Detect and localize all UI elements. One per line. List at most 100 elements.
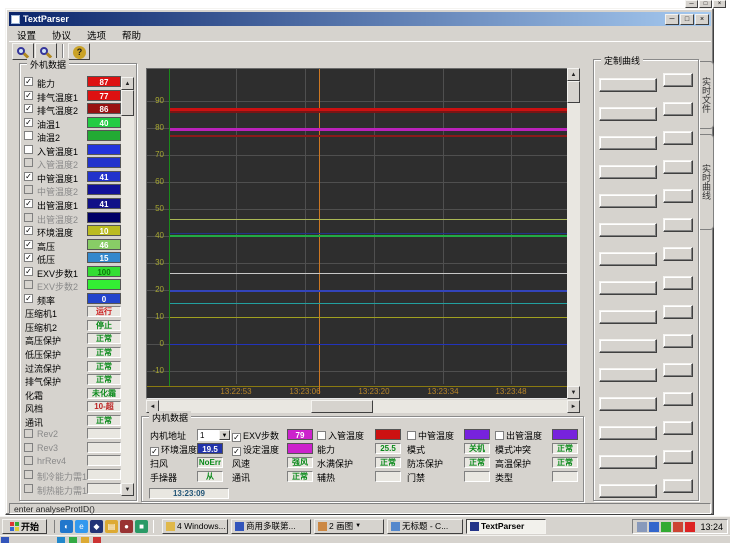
curve-small-button[interactable] [663, 363, 693, 377]
curve-small-button[interactable] [663, 479, 693, 493]
scroll-right-icon[interactable]: ► [567, 400, 580, 413]
checkbox[interactable] [24, 145, 33, 154]
curve-button[interactable] [599, 165, 657, 179]
checkbox[interactable] [24, 131, 33, 140]
curve-small-button[interactable] [663, 247, 693, 261]
host-restore-button[interactable]: □ [699, 0, 712, 8]
curve-small-button[interactable] [663, 450, 693, 464]
task-button[interactable]: 无标题 - C... [387, 519, 463, 534]
checkbox[interactable]: ✓ [24, 199, 33, 208]
quick-launch-3-icon[interactable]: ◆ [90, 520, 103, 533]
checkbox[interactable] [24, 484, 33, 493]
curve-button[interactable] [599, 397, 657, 411]
curve-button[interactable] [599, 484, 657, 498]
curve-button[interactable] [599, 223, 657, 237]
checkbox[interactable]: ✓ [24, 226, 33, 235]
quick-launch-6-icon[interactable]: ■ [135, 520, 148, 533]
side-tab-1[interactable]: 实时文件 [700, 61, 714, 129]
titlebar[interactable]: TextParser ─ □ × [9, 12, 711, 26]
zoom-out-button[interactable] [35, 43, 57, 60]
tray-icon-1[interactable] [637, 522, 647, 532]
checkbox[interactable] [24, 443, 33, 452]
checkbox[interactable]: ✓ [24, 294, 33, 303]
address-dropdown[interactable]: 1▼ [197, 429, 231, 441]
quick-launch-1-icon[interactable]: ◐ [60, 520, 73, 533]
close-button[interactable]: × [695, 14, 709, 25]
scroll-down-icon[interactable]: ▼ [121, 483, 134, 496]
curve-button[interactable] [599, 368, 657, 382]
minimize-button[interactable]: ─ [665, 14, 679, 25]
scrollbar-thumb[interactable] [121, 90, 134, 116]
checkbox[interactable] [24, 158, 33, 167]
curve-button[interactable] [599, 136, 657, 150]
checkbox[interactable] [407, 431, 416, 440]
curve-button[interactable] [599, 310, 657, 324]
tray-icon-2[interactable] [649, 522, 659, 532]
tray-icon-4[interactable] [673, 522, 683, 532]
time-cursor[interactable] [319, 69, 320, 394]
task-button[interactable]: 4 Windows...▼ [162, 519, 228, 534]
start-button[interactable]: 开始 [2, 519, 47, 534]
curve-button[interactable] [599, 339, 657, 353]
help-button[interactable]: ? [68, 43, 90, 60]
checkbox[interactable]: ✓ [24, 267, 33, 276]
checkbox[interactable]: ✓ [24, 118, 33, 127]
curve-small-button[interactable] [663, 102, 693, 116]
curve-small-button[interactable] [663, 421, 693, 435]
maximize-button[interactable]: □ [680, 14, 694, 25]
checkbox[interactable]: ✓ [24, 240, 33, 249]
checkbox[interactable]: ✓ [24, 77, 33, 86]
task-button[interactable]: TextParser [466, 519, 546, 534]
task-button[interactable]: 商用多联第... [231, 519, 311, 534]
host-close-button[interactable]: × [713, 0, 726, 8]
scrollbar-thumb[interactable] [311, 400, 373, 413]
host-minimize-button[interactable]: ─ [685, 0, 698, 8]
quick-launch-5-icon[interactable]: ● [120, 520, 133, 533]
chart-vertical-scrollbar[interactable]: ▲ ▼ [567, 68, 580, 399]
checkbox[interactable] [317, 431, 326, 440]
checkbox[interactable]: ✓ [150, 447, 159, 456]
checkbox[interactable]: ✓ [24, 91, 33, 100]
curve-button[interactable] [599, 281, 657, 295]
curve-button[interactable] [599, 455, 657, 469]
curve-small-button[interactable] [663, 73, 693, 87]
checkbox[interactable] [24, 280, 33, 289]
zoom-in-button[interactable] [12, 43, 34, 60]
menu-item-1[interactable]: 设置 [9, 27, 44, 40]
checkbox[interactable] [24, 213, 33, 222]
scrollbar-thumb[interactable] [567, 81, 580, 103]
curve-button[interactable] [599, 78, 657, 92]
scroll-down-icon[interactable]: ▼ [567, 386, 580, 399]
checkbox[interactable] [24, 470, 33, 479]
menu-item-2[interactable]: 协议 [44, 27, 79, 40]
curve-small-button[interactable] [663, 276, 693, 290]
task-button[interactable]: 2 画图▼ [314, 519, 384, 534]
sidebar-scrollbar[interactable]: ▲ ▼ [121, 77, 134, 496]
menu-item-3[interactable]: 选项 [79, 27, 114, 40]
chart-horizontal-scrollbar[interactable]: ◄ ► [146, 400, 580, 413]
checkbox[interactable] [24, 429, 33, 438]
curve-small-button[interactable] [663, 334, 693, 348]
checkbox[interactable] [495, 431, 504, 440]
curve-small-button[interactable] [663, 218, 693, 232]
menu-item-4[interactable]: 帮助 [114, 27, 149, 40]
checkbox[interactable]: ✓ [232, 447, 241, 456]
curve-button[interactable] [599, 426, 657, 440]
curve-small-button[interactable] [663, 392, 693, 406]
checkbox[interactable]: ✓ [232, 433, 241, 442]
curve-small-button[interactable] [663, 305, 693, 319]
curve-small-button[interactable] [663, 160, 693, 174]
quick-launch-2-icon[interactable]: e [75, 520, 88, 533]
scroll-up-icon[interactable]: ▲ [567, 68, 580, 81]
checkbox[interactable]: ✓ [24, 253, 33, 262]
checkbox[interactable] [24, 185, 33, 194]
checkbox[interactable]: ✓ [24, 172, 33, 181]
quick-launch-4-icon[interactable]: ▤ [105, 520, 118, 533]
tray-icon-5[interactable] [685, 522, 695, 532]
curve-small-button[interactable] [663, 131, 693, 145]
checkbox[interactable] [24, 456, 33, 465]
scroll-up-icon[interactable]: ▲ [121, 77, 134, 90]
side-tab-2[interactable]: 实时曲线 [700, 134, 714, 230]
checkbox[interactable]: ✓ [24, 104, 33, 113]
dropdown-arrow-icon[interactable]: ▼ [219, 430, 230, 440]
